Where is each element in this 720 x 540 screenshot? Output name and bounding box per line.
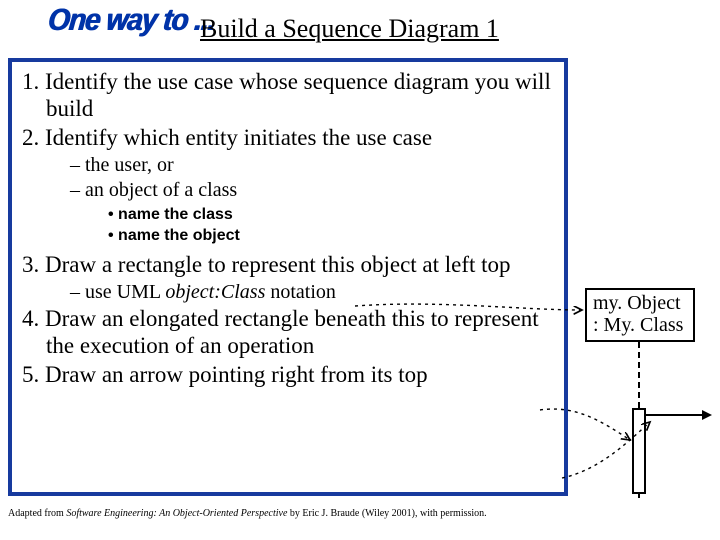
uml-class-name: : My. Class xyxy=(593,314,687,336)
step-3-sublist: use UML object:Class notation xyxy=(70,280,554,305)
step-2-bullets: name the class name the object xyxy=(108,205,554,247)
citation: Adapted from Software Engineering: An Ob… xyxy=(8,508,487,519)
step-3-sub-a: use UML object:Class notation xyxy=(70,280,554,305)
step-1: 1. Identify the use case whose sequence … xyxy=(22,68,554,122)
step-3-sub-a-pre: use UML xyxy=(85,281,165,303)
step-2-bullet-b: name the object xyxy=(108,226,554,247)
page-title: Build a Sequence Diagram 1 xyxy=(200,14,499,44)
step-3: 3. Draw a rectangle to represent this ob… xyxy=(22,251,554,278)
uml-object-box: my. Object : My. Class xyxy=(585,288,695,342)
citation-pre: Adapted from xyxy=(8,508,66,519)
step-2: 2. Identify which entity initiates the u… xyxy=(22,124,554,151)
step-2-sub-a: the user, or xyxy=(70,153,554,178)
step-3-sub-a-post: notation xyxy=(265,281,336,303)
citation-title: Software Engineering: An Object-Oriented… xyxy=(66,508,287,519)
tag-one-way-to: One way to ... xyxy=(46,2,216,37)
uml-message-arrow xyxy=(646,414,710,416)
uml-object-name: my. Object xyxy=(593,292,687,314)
header: One way to ... Build a Sequence Diagram … xyxy=(0,0,720,56)
step-3-sub-a-ital: object:Class xyxy=(165,281,265,303)
step-5: 5. Draw an arrow pointing right from its… xyxy=(22,361,554,388)
step-4: 4. Draw an elongated rectangle beneath t… xyxy=(22,305,554,359)
step-2-sublist: the user, or an object of a class xyxy=(70,153,554,203)
step-2-sub-b: an object of a class xyxy=(70,178,554,203)
step-2-bullet-a: name the class xyxy=(108,205,554,226)
content-box: 1. Identify the use case whose sequence … xyxy=(8,58,568,496)
citation-post: by Eric J. Braude (Wiley 2001), with per… xyxy=(287,508,486,519)
uml-activation-bar xyxy=(632,408,646,494)
